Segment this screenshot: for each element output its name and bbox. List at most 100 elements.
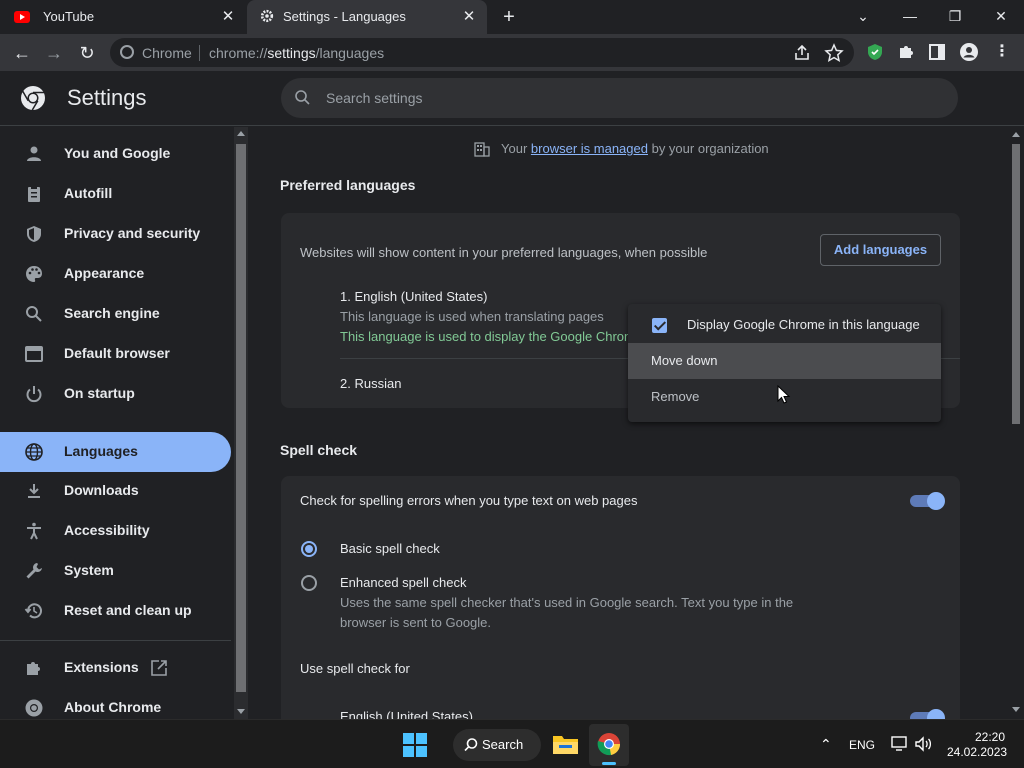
accessibility-icon — [27, 522, 41, 540]
main-scrollbar-thumb[interactable] — [1012, 144, 1020, 424]
restore-button[interactable]: ❐ — [933, 4, 977, 28]
display-in-language-checkbox[interactable] — [652, 318, 667, 333]
sidebar-item-languages[interactable]: Languages — [0, 432, 231, 472]
sidebar-item-you-and-google[interactable]: You and Google — [0, 134, 231, 174]
basic-spell-check-radio[interactable] — [301, 541, 317, 557]
settings-sidebar: You and Google Autofill Privacy and secu… — [0, 127, 248, 719]
sidebar-item-system[interactable]: System — [0, 551, 231, 591]
spell-check-toggle-label: Check for spelling errors when you type … — [300, 493, 638, 508]
file-explorer-icon[interactable] — [552, 732, 579, 756]
minimize-button[interactable]: — — [888, 4, 932, 28]
windows-taskbar: Search ⌃ ENG 22:20 24.02.2023 — [0, 719, 1024, 768]
search-settings-input[interactable] — [326, 87, 926, 109]
windows-start-icon[interactable] — [403, 733, 427, 757]
profile-icon[interactable] — [959, 42, 979, 62]
shield-extension-icon[interactable] — [865, 42, 885, 62]
address-bar[interactable]: Chrome chrome://settings/languages — [110, 38, 854, 67]
input-language-indicator[interactable]: ENG — [849, 738, 875, 752]
puzzle-extensions-icon[interactable] — [896, 42, 916, 62]
clipboard-icon — [28, 186, 40, 202]
close-window-button[interactable]: ✕ — [979, 4, 1023, 28]
spell-check-language-toggle[interactable] — [910, 709, 945, 719]
clock-date[interactable]: 24.02.2023 — [947, 745, 1007, 759]
language-name: 1. English (United States) — [340, 289, 488, 304]
taskbar-search-button[interactable]: Search — [453, 729, 541, 761]
scroll-down-arrow[interactable] — [1012, 707, 1020, 712]
tab-settings-languages[interactable]: Settings - Languages ✕ — [247, 0, 487, 34]
scroll-up-arrow[interactable] — [1012, 132, 1020, 137]
palette-icon — [26, 266, 42, 282]
display-in-language-label[interactable]: Display Google Chrome in this language — [687, 317, 920, 332]
enhanced-spell-check-radio[interactable] — [301, 575, 317, 591]
move-down-menu-item[interactable]: Move down — [628, 343, 941, 379]
sidebar-item-privacy-and-security[interactable]: Privacy and security — [0, 214, 231, 254]
add-languages-button[interactable]: Add languages — [820, 234, 941, 266]
scroll-up-arrow[interactable] — [237, 131, 245, 136]
youtube-icon — [14, 11, 30, 23]
basic-spell-check-label: Basic spell check — [340, 541, 440, 556]
sidebar-item-default-browser[interactable]: Default browser — [0, 334, 231, 374]
more-menu-icon[interactable]: ⋮ — [992, 42, 1012, 62]
puzzle-icon — [27, 662, 40, 675]
language-note: This language is used when translating p… — [340, 309, 604, 324]
language-display-note: This language is used to display the Goo… — [340, 329, 635, 344]
preferred-languages-heading: Preferred languages — [280, 177, 416, 193]
chrome-icon — [597, 733, 621, 756]
tab-title: YouTube — [43, 9, 95, 24]
enhanced-spell-check-description: Uses the same spell checker that's used … — [340, 595, 794, 610]
volume-icon[interactable] — [914, 736, 932, 752]
sidebar-item-downloads[interactable]: Downloads — [0, 471, 231, 511]
share-icon[interactable] — [792, 43, 812, 63]
wrench-icon — [26, 563, 42, 579]
building-icon — [474, 142, 490, 157]
page-title: Settings — [67, 85, 147, 110]
search-icon — [464, 738, 478, 752]
spell-check-toggle[interactable] — [910, 492, 945, 510]
tab-close-icon[interactable]: ✕ — [459, 7, 479, 27]
open-in-new-icon — [151, 660, 167, 676]
tab-youtube[interactable]: YouTube ✕ — [0, 0, 246, 34]
search-settings-box[interactable] — [281, 78, 958, 118]
side-panel-icon[interactable] — [927, 42, 947, 62]
new-tab-button[interactable]: + — [497, 6, 521, 28]
download-icon — [28, 484, 40, 498]
sidebar-item-reset-and-clean-up[interactable]: Reset and clean up — [0, 591, 231, 631]
chrome-site-icon[interactable] — [120, 45, 134, 59]
tab-close-icon[interactable]: ✕ — [218, 7, 238, 27]
active-app-indicator — [602, 762, 616, 765]
browser-managed-link[interactable]: browser is managed — [531, 141, 648, 156]
globe-icon — [25, 443, 43, 461]
url-text[interactable]: chrome://settings/languages — [209, 45, 384, 61]
search-icon — [295, 90, 310, 105]
tab-title: Settings - Languages — [283, 9, 406, 24]
sidebar-divider — [0, 640, 231, 641]
sidebar-item-autofill[interactable]: Autofill — [0, 174, 231, 214]
scroll-down-arrow[interactable] — [237, 709, 245, 714]
forward-button[interactable]: → — [42, 41, 66, 65]
spell-check-card: Check for spelling errors when you type … — [281, 476, 960, 719]
sidebar-item-on-startup[interactable]: On startup — [0, 374, 231, 414]
shield-icon — [27, 226, 41, 242]
network-icon[interactable] — [891, 736, 909, 752]
sidebar-item-appearance[interactable]: Appearance — [0, 254, 231, 294]
spell-check-language-label: English (United States) — [340, 709, 473, 719]
sidebar-item-accessibility[interactable]: Accessibility — [0, 511, 231, 551]
sidebar-item-extensions[interactable]: Extensions — [0, 648, 231, 688]
preferred-languages-description: Websites will show content in your prefe… — [300, 245, 708, 260]
back-button[interactable]: ← — [10, 41, 34, 65]
settings-header: Settings — [0, 71, 1024, 126]
tab-strip: YouTube ✕ Settings - Languages ✕ + ⌄ — ❐… — [0, 0, 1024, 34]
sidebar-scrollbar-thumb[interactable] — [236, 144, 246, 692]
browser-window-icon — [25, 346, 43, 362]
clock-time[interactable]: 22:20 — [975, 730, 1005, 744]
tab-search-button[interactable]: ⌄ — [841, 4, 885, 28]
power-icon — [26, 386, 42, 403]
reload-button[interactable]: ↻ — [75, 41, 99, 65]
taskbar-chrome-button[interactable] — [589, 724, 629, 766]
sidebar-item-search-engine[interactable]: Search engine — [0, 294, 231, 334]
chrome-logo-icon — [21, 86, 45, 111]
show-hidden-icons-button[interactable]: ⌃ — [820, 736, 832, 753]
bookmark-star-icon[interactable] — [824, 43, 844, 63]
settings-main: Your browser is managed by your organiza… — [248, 127, 1009, 719]
enhanced-spell-check-description: browser is sent to Google. — [340, 615, 492, 630]
